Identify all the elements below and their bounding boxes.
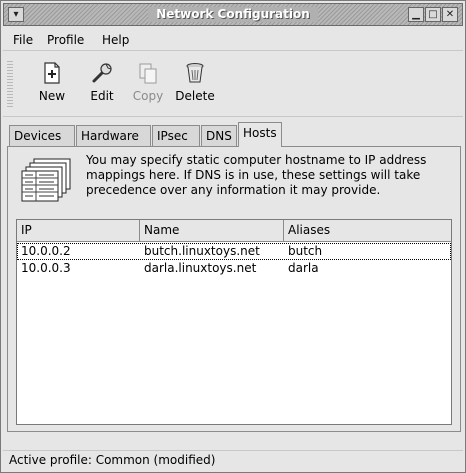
edit-label: Edit	[90, 89, 114, 103]
menu-file[interactable]: File	[13, 32, 33, 48]
delete-label: Delete	[175, 89, 215, 103]
window-title: Network Configuration	[148, 7, 318, 22]
menu-help[interactable]: Help	[102, 32, 129, 48]
menu-profile[interactable]: Profile	[47, 32, 84, 48]
tab-strip: Devices Hardware IPsec DNS Hosts	[7, 122, 461, 147]
table-row[interactable]: 10.0.0.3 darla.linuxtoys.net darla	[17, 260, 451, 277]
new-button[interactable]: New	[29, 59, 75, 113]
tab-hosts[interactable]: Hosts	[238, 122, 282, 147]
table-row[interactable]: 10.0.0.2 butch.linuxtoys.net butch	[17, 243, 451, 260]
tab-dns[interactable]: DNS	[201, 125, 237, 146]
status-bar: Active profile: Common (modified)	[3, 450, 463, 470]
column-header-aliases[interactable]: Aliases	[284, 220, 451, 242]
table-header: IP Name Aliases	[17, 220, 451, 242]
window-menu-button[interactable]: ▾	[8, 7, 24, 22]
hosts-page: You may specify static computer hostname…	[7, 146, 461, 432]
minimize-button[interactable]: ▁	[408, 7, 424, 22]
copy-icon	[139, 63, 157, 84]
network-configuration-window: ▾ Network Configuration ▁ □ ✕ File Profi…	[0, 0, 466, 473]
new-icon	[44, 62, 60, 84]
minimize-icon: ▁	[412, 9, 420, 20]
trash-icon	[186, 63, 204, 83]
toolbar-grip-handle[interactable]	[7, 61, 13, 109]
maximize-icon: □	[428, 9, 438, 20]
cell-name: butch.linuxtoys.net	[144, 244, 260, 258]
new-label: New	[38, 89, 66, 103]
edit-button[interactable]: Edit	[79, 59, 125, 113]
tab-ipsec[interactable]: IPsec	[152, 125, 200, 146]
tab-hardware[interactable]: Hardware	[76, 125, 151, 146]
tab-notebook: Devices Hardware IPsec DNS Hosts You may…	[7, 122, 461, 432]
copy-label: Copy	[132, 89, 164, 103]
title-bar[interactable]: ▾ Network Configuration ▁ □ ✕	[3, 3, 463, 26]
close-button[interactable]: ✕	[442, 7, 458, 22]
maximize-button[interactable]: □	[425, 7, 441, 22]
cell-ip: 10.0.0.3	[21, 261, 71, 275]
column-header-ip[interactable]: IP	[17, 220, 140, 242]
cell-aliases: darla	[288, 261, 319, 275]
tab-devices[interactable]: Devices	[9, 125, 75, 146]
copy-button[interactable]: Copy	[125, 59, 171, 113]
wrench-icon	[92, 63, 112, 83]
chevron-down-icon: ▾	[13, 9, 19, 20]
menu-bar: File Profile Help	[3, 29, 463, 51]
hosts-info-text: You may specify static computer hostname…	[86, 153, 427, 197]
close-icon: ✕	[445, 9, 455, 20]
hosts-table[interactable]: IP Name Aliases 10.0.0.2 butch.linuxtoys…	[16, 219, 452, 425]
cell-name: darla.linuxtoys.net	[144, 261, 257, 275]
cell-ip: 10.0.0.2	[21, 244, 71, 258]
toolbar: New Edit Copy Delete	[3, 53, 463, 117]
delete-button[interactable]: Delete	[172, 59, 218, 113]
hosts-table-icon	[21, 158, 71, 202]
column-header-name[interactable]: Name	[140, 220, 284, 242]
cell-aliases: butch	[288, 244, 323, 258]
